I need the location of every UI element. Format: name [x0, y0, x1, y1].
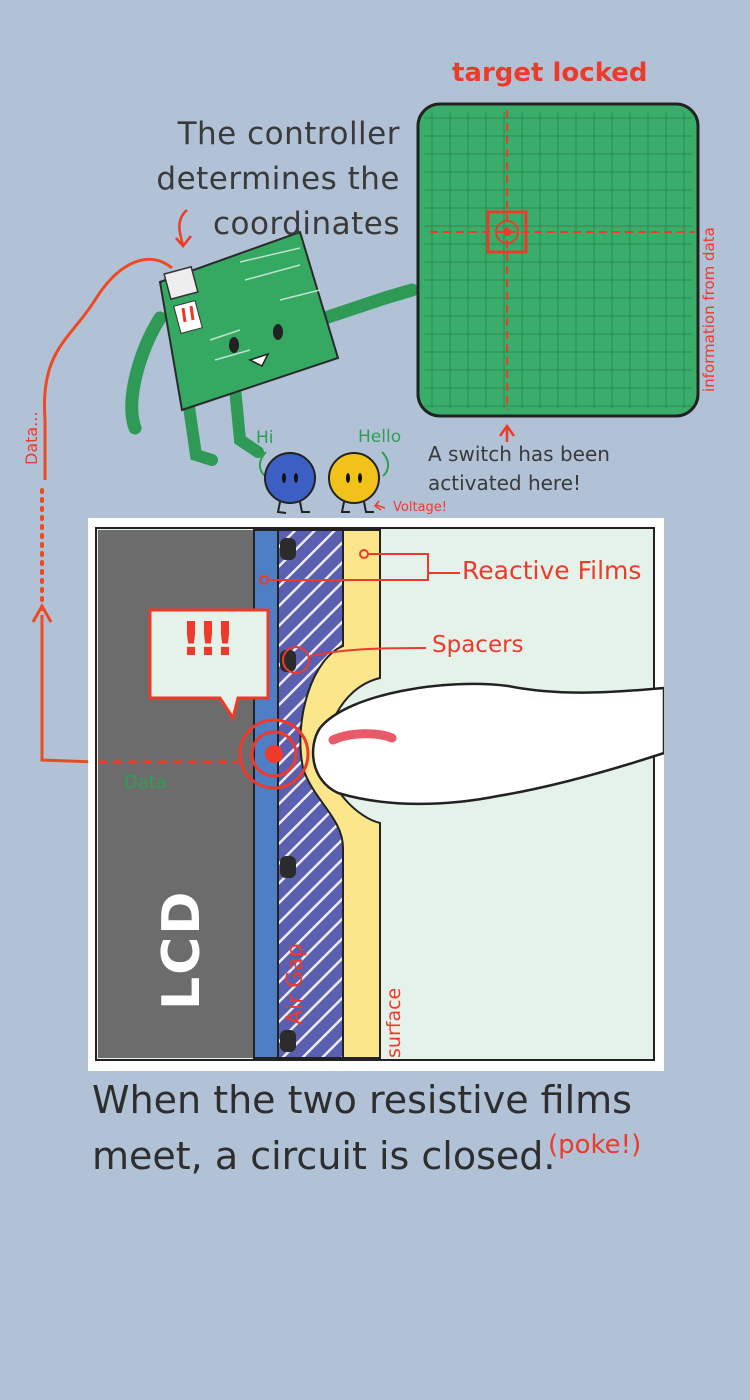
greeting-hello: Hello [358, 427, 402, 447]
spacers-label: Spacers [432, 632, 524, 658]
lcd-label: LCD [152, 889, 212, 1010]
controller-caption: The controller determines the coordinate… [140, 112, 400, 247]
voltage-label: Voltage! [393, 500, 447, 515]
target-screen [416, 102, 700, 442]
controller-character [125, 230, 419, 466]
switch-caption-line1: A switch has been [428, 442, 610, 466]
controller-caption-line2: determines the [156, 161, 400, 197]
controller-caption-line3: coordinates [213, 206, 400, 242]
switch-caption: A switch has been activated here! [428, 440, 658, 498]
side-info-label: information from data [700, 227, 718, 392]
surface-label: surface [383, 987, 405, 1058]
data-wire-top [42, 258, 173, 480]
bottom-caption-line1: When the two resistive films [92, 1078, 632, 1122]
switch-caption-line2: activated here! [428, 471, 582, 495]
data-vertical-label: Data... [22, 411, 41, 465]
air-gap-label: Air Gap [283, 943, 308, 1025]
reactive-films-label: Reactive Films [462, 556, 642, 585]
greeting-hi: Hi [256, 428, 274, 448]
bottom-caption: When the two resistive films meet, a cir… [92, 1072, 692, 1184]
poke-label: (poke!) [548, 1130, 642, 1160]
target-locked-label: target locked [452, 58, 648, 88]
ball-characters [258, 451, 390, 514]
data-small-label: Data [124, 772, 167, 793]
controller-caption-line1: The controller [177, 116, 400, 152]
alert-bubble-text: !!! [180, 612, 236, 666]
page: { "controller_text_line1": "The controll… [0, 0, 750, 1400]
